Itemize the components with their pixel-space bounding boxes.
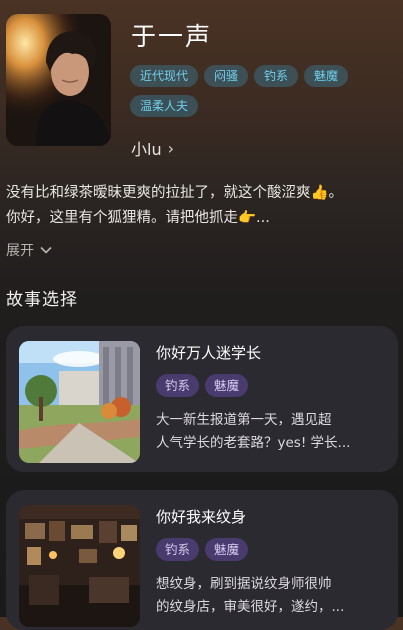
story-tags: 钓系 魅魔 xyxy=(156,538,249,561)
story-description-line: 大一新生报道第一天，遇见超 xyxy=(156,412,332,428)
story-description-line: 的纹身店，审美很好，遂约，... xyxy=(156,599,345,615)
author-name: 小lu xyxy=(131,140,162,159)
section-title: 故事选择 xyxy=(6,290,78,310)
author-link[interactable]: 小lu › xyxy=(131,136,174,160)
story-tag: 钓系 xyxy=(156,538,200,561)
character-avatar[interactable] xyxy=(6,14,111,146)
story-description: 想纹身，刷到据说纹身师很帅 的纹身店，审美很好，遂约，... xyxy=(156,573,392,619)
story-tag: 魅魔 xyxy=(205,538,249,561)
story-tag: 钓系 xyxy=(156,374,200,397)
character-tags: 近代现代 闷骚 钓系 魅魔 温柔人夫 xyxy=(130,65,395,117)
story-description-line: 想纹身，刷到据说纹身师很帅 xyxy=(156,576,332,592)
story-description-line: 人气学长的老套路？yes! 学长... xyxy=(156,435,351,451)
expand-button[interactable]: 展开 xyxy=(6,240,52,260)
chevron-down-icon xyxy=(40,246,52,254)
tattoo-shop-scene-image xyxy=(19,505,140,627)
character-tag[interactable]: 魅魔 xyxy=(304,65,349,87)
intro-line: 没有比和绿茶暧昧更爽的拉扯了，就这个酸涩爽👍。 xyxy=(6,185,344,201)
character-intro: 没有比和绿茶暧昧更爽的拉扯了，就这个酸涩爽👍。 你好，这里有个狐狸精。请把他抓走… xyxy=(6,181,398,231)
character-tag[interactable]: 闷骚 xyxy=(204,65,249,87)
character-name: 于一声 xyxy=(131,22,213,51)
story-description: 大一新生报道第一天，遇见超 人气学长的老套路？yes! 学长... xyxy=(156,409,392,455)
chevron-right-icon: › xyxy=(167,138,174,158)
story-thumbnail xyxy=(19,505,140,627)
expand-label: 展开 xyxy=(6,243,34,259)
intro-line: 你好，这里有个狐狸精。请把他抓走👉... xyxy=(6,210,270,226)
story-title: 你好我来纹身 xyxy=(156,508,247,526)
story-card[interactable]: 你好我来纹身 钓系 魅魔 想纹身，刷到据说纹身师很帅 的纹身店，审美很好，遂约，… xyxy=(6,490,398,630)
character-tag[interactable]: 钓系 xyxy=(254,65,299,87)
avatar-portrait-image xyxy=(6,14,111,146)
character-tag[interactable]: 温柔人夫 xyxy=(130,95,199,117)
story-title: 你好万人迷学长 xyxy=(156,344,262,362)
story-thumbnail xyxy=(19,341,140,463)
campus-scene-image xyxy=(19,341,140,463)
story-card[interactable]: 你好万人迷学长 钓系 魅魔 大一新生报道第一天，遇见超 人气学长的老套路？yes… xyxy=(6,326,398,472)
character-tag[interactable]: 近代现代 xyxy=(130,65,199,87)
story-tags: 钓系 魅魔 xyxy=(156,374,249,397)
story-tag: 魅魔 xyxy=(205,374,249,397)
